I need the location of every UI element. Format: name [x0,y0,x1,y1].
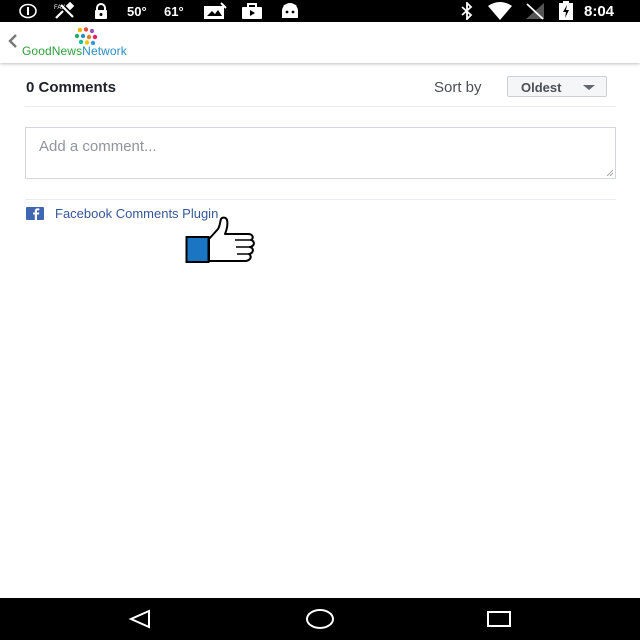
back-triangle-icon[interactable] [110,598,170,640]
status-bar: FAX 50° 61° 8:04 [0,0,640,22]
info-icon [19,0,37,22]
android-icon [280,0,300,22]
site-logo[interactable]: GoodNewsNetwork [22,27,162,61]
bluetooth-icon [460,0,474,22]
temperature-1: 50° [127,3,147,19]
recents-square-icon[interactable] [469,598,529,640]
facebook-icon [26,207,44,220]
logo-wordmark: GoodNewsNetwork [22,44,127,58]
resize-grip-icon[interactable] [606,169,613,176]
sort-select[interactable]: Oldest [507,76,607,97]
logo-network: Network [82,44,127,58]
navigation-bar [0,598,640,640]
thumbs-up-icon [185,216,255,263]
app-bar: GoodNewsNetwork [0,22,640,63]
comment-count: 0 Comments [26,79,117,96]
wifi-icon [487,0,513,22]
back-chevron-icon[interactable] [5,30,19,52]
home-circle-icon[interactable] [290,598,350,640]
sort-by-label: Sort by [434,79,482,96]
comment-placeholder: Add a comment... [39,138,157,155]
briefcase-icon [241,0,263,22]
clock: 8:04 [584,2,615,20]
sort-value: Oldest [521,80,562,95]
battery-charging-icon [558,0,574,22]
no-signal-icon [525,0,545,22]
svg-text:FAX: FAX [54,5,65,11]
caret-down-icon [583,85,595,90]
comment-input[interactable]: Add a comment... [25,127,616,179]
divider [25,199,616,200]
satellite-icon: FAX [53,0,79,22]
photo-icon [203,0,227,22]
lock-icon [93,0,109,22]
logo-news: News [51,44,83,58]
divider [25,106,616,107]
logo-good: Good [22,44,52,58]
temperature-2: 61° [164,3,184,19]
logo-dots-icon [74,27,98,45]
